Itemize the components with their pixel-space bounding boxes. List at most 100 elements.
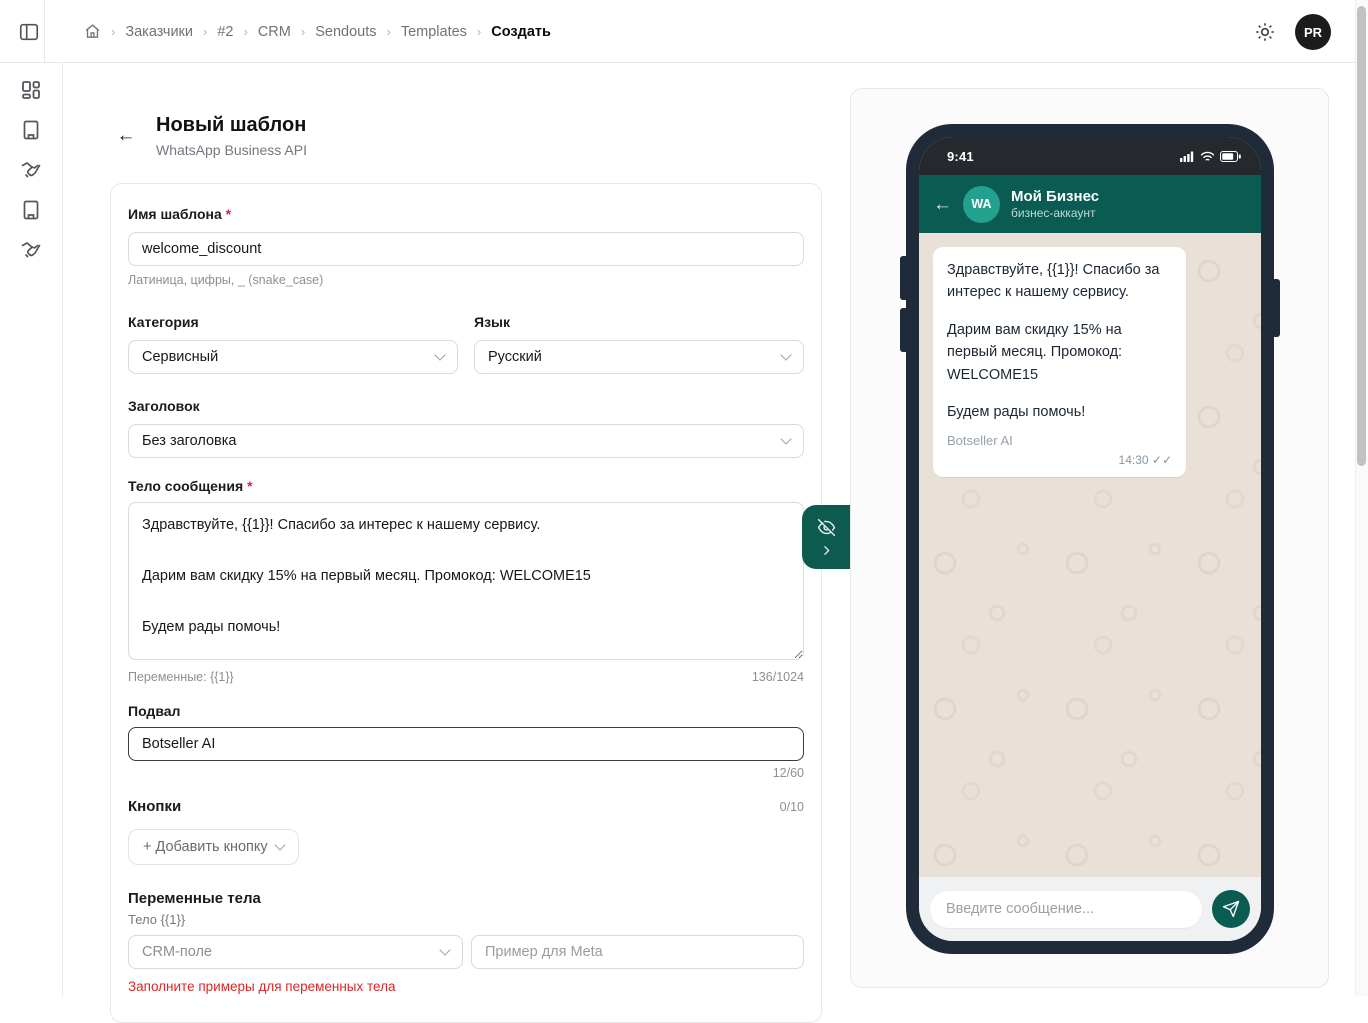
sidebar-collapse-button[interactable] (18, 21, 40, 43)
breadcrumb-item-crm[interactable]: CRM (258, 24, 291, 40)
panel-left-icon (18, 21, 40, 43)
send-button (1212, 890, 1250, 928)
footer-counter: 12/60 (772, 766, 804, 780)
chat-back-arrow-icon: ← (933, 193, 952, 215)
chevron-down-icon (273, 839, 286, 851)
header-value: Без заголовка (142, 433, 237, 449)
breadcrumb-item-create: Создать (491, 23, 551, 40)
crm-field-placeholder: CRM-поле (142, 944, 212, 960)
variable-item-label: Тело {{1}} (128, 912, 186, 927)
theme-toggle-button[interactable] (1254, 21, 1276, 43)
chevron-down-icon (439, 944, 451, 956)
building-icon (19, 118, 43, 142)
category-select[interactable]: Сервисный (128, 340, 458, 374)
battery-icon (1220, 150, 1241, 162)
page-subtitle: WhatsApp Business API (156, 142, 307, 158)
topbar: › Заказчики › #2 › CRM › Sendouts › Temp… (0, 0, 1368, 63)
breadcrumb-separator: › (476, 24, 482, 39)
message-paragraph: Дарим вам скидку 15% на первый месяц. Пр… (947, 321, 1123, 383)
variables-error-message: Заполните примеры для переменных тела (128, 979, 396, 994)
phone-screen: 9:41 ← WA Мой Бизнес бизнес-аккаунт Здра… (919, 137, 1261, 941)
language-select[interactable]: Русский (474, 340, 804, 374)
home-icon[interactable] (84, 23, 101, 40)
chat-message-input (930, 890, 1202, 928)
crm-field-select[interactable]: CRM-поле (128, 935, 463, 969)
breadcrumb-separator: › (243, 24, 248, 39)
scrollbar-thumb[interactable] (1357, 6, 1366, 466)
buttons-counter: 0/10 (779, 800, 804, 814)
signal-icon (1180, 151, 1195, 162)
language-label: Язык (474, 314, 510, 330)
wifi-icon (1200, 151, 1215, 162)
breadcrumb-item-templates[interactable]: Templates (401, 24, 467, 40)
breadcrumb-separator: › (300, 24, 306, 39)
chat-area: Здравствуйте, {{1}}! Спасибо за интерес … (919, 233, 1261, 877)
breadcrumb-item-sendouts[interactable]: Sendouts (315, 24, 376, 40)
required-asterisk: * (247, 478, 253, 494)
chevron-down-icon (780, 349, 792, 361)
status-time: 9:41 (947, 148, 974, 164)
footer-label: Подвал (128, 703, 181, 719)
handshake-icon (19, 238, 43, 262)
page-scrollbar (1355, 0, 1368, 996)
chat-composer (919, 877, 1261, 941)
add-button-label: + Добавить кнопку (143, 839, 268, 855)
breadcrumb-separator: › (203, 24, 208, 39)
phone-mockup: 9:41 ← WA Мой Бизнес бизнес-аккаунт Здра… (906, 124, 1274, 954)
arrow-left-icon: ← (116, 125, 136, 146)
message-footer-text: Botseller AI (947, 432, 1013, 448)
hide-preview-toggle[interactable] (802, 505, 850, 569)
category-value: Сервисный (142, 349, 219, 365)
eye-off-icon (817, 518, 836, 537)
phone-status-bar: 9:41 (919, 137, 1261, 175)
breadcrumb-separator: › (386, 24, 391, 39)
meta-example-input[interactable] (471, 935, 804, 969)
preview-panel: 9:41 ← WA Мой Бизнес бизнес-аккаунт Здра… (850, 88, 1329, 988)
language-value: Русский (488, 349, 542, 365)
body-counter: 136/1024 (751, 670, 804, 684)
sidebar-item-partners-2[interactable] (19, 238, 43, 262)
footer-input[interactable] (128, 727, 804, 761)
sun-icon (1254, 21, 1276, 43)
chat-subtitle: бизнес-аккаунт (1011, 206, 1096, 220)
category-label: Категория (128, 314, 199, 330)
template-name-label: Имя шаблона * (128, 206, 232, 222)
sidebar-item-company[interactable] (19, 118, 43, 142)
header-select[interactable]: Без заголовка (128, 424, 804, 458)
add-button-button[interactable]: + Добавить кнопку (128, 829, 299, 865)
body-label: Тело сообщения * (128, 478, 253, 494)
template-name-hint: Латиница, цифры, _ (snake_case) (128, 273, 324, 287)
chevron-down-icon (780, 433, 792, 445)
message-meta: 14:30 ✓✓ (947, 451, 1172, 469)
send-icon (1222, 900, 1240, 918)
chat-header: ← WA Мой Бизнес бизнес-аккаунт (919, 175, 1261, 233)
breadcrumb-separator: › (111, 24, 116, 39)
topbar-divider (44, 0, 45, 63)
chat-avatar: WA (963, 185, 1000, 223)
back-button[interactable]: ← (114, 124, 138, 148)
body-variables-title: Переменные тела (128, 890, 261, 907)
double-check-icon: ✓✓ (1151, 452, 1172, 467)
body-textarea[interactable]: Здравствуйте, {{1}}! Спасибо за интерес … (128, 502, 804, 660)
message-time: 14:30 (1118, 452, 1149, 467)
icon-rail (0, 63, 63, 996)
page-title: Новый шаблон (156, 114, 307, 136)
chevron-right-icon (820, 544, 833, 557)
header-label: Заголовок (128, 398, 200, 414)
message-bubble: Здравствуйте, {{1}}! Спасибо за интерес … (933, 247, 1186, 477)
user-avatar[interactable]: PR (1295, 14, 1331, 50)
body-variables-hint: Переменные: {{1}} (128, 670, 234, 684)
sidebar-item-partners[interactable] (19, 158, 43, 182)
chat-title: Мой Бизнес (1011, 188, 1100, 205)
sidebar-item-dashboard[interactable] (19, 78, 43, 102)
template-name-input[interactable] (128, 232, 804, 266)
buttons-section-label: Кнопки (128, 798, 182, 815)
breadcrumb: › Заказчики › #2 › CRM › Sendouts › Temp… (84, 0, 551, 63)
handshake-icon (19, 158, 43, 182)
building-icon (19, 198, 43, 222)
sidebar-item-company-2[interactable] (19, 198, 43, 222)
breadcrumb-item-number[interactable]: #2 (217, 24, 233, 40)
message-paragraph: Будем рады помочь! (947, 404, 1086, 421)
message-paragraph: Здравствуйте, {{1}}! Спасибо за интерес … (947, 262, 1160, 301)
breadcrumb-item-customers[interactable]: Заказчики (125, 24, 193, 40)
